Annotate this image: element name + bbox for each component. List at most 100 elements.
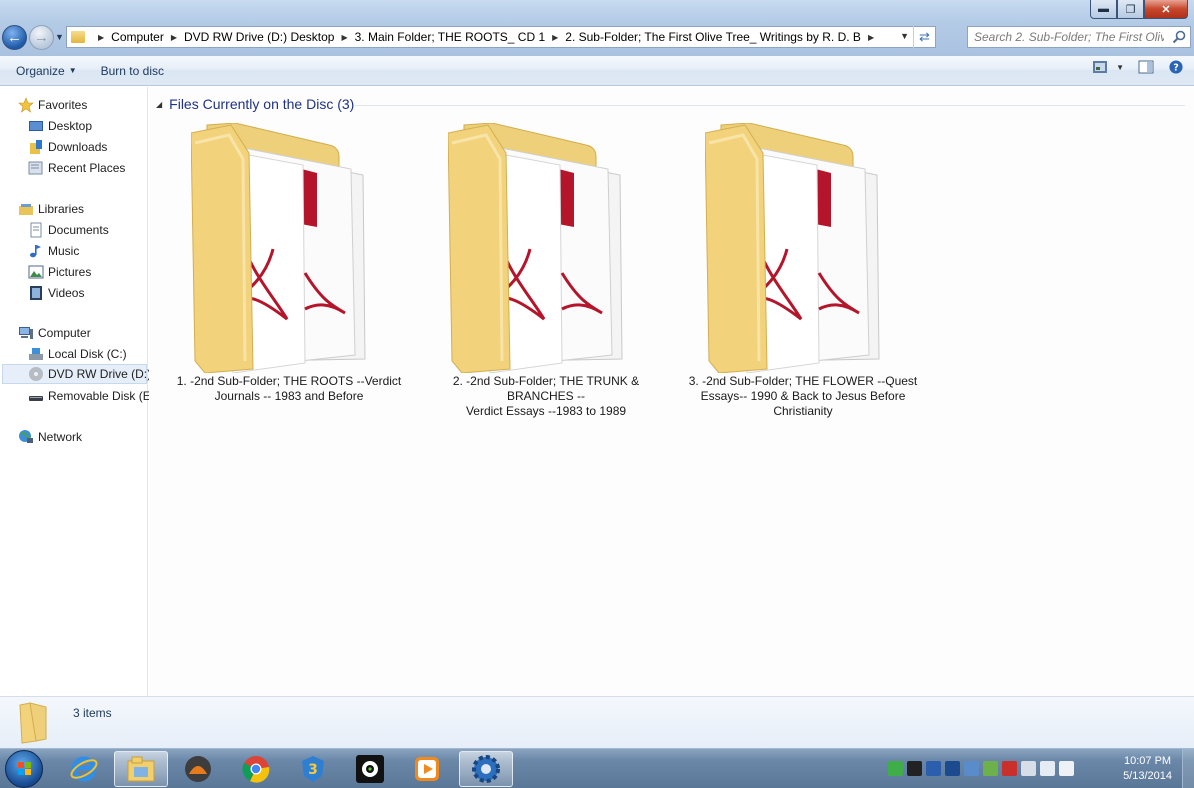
removable-disk-icon — [29, 396, 43, 401]
chevron-down-icon: ▼ — [1116, 62, 1124, 72]
view-options-icon — [1093, 61, 1108, 73]
taskbar-clock[interactable]: 10:07 PM 5/13/2014 — [1123, 754, 1172, 784]
nav-documents[interactable]: Documents — [28, 220, 109, 240]
details-pane: 3 items — [0, 696, 1194, 748]
gear-icon — [472, 755, 500, 783]
address-dropdown-icon[interactable]: ▼ — [900, 31, 909, 41]
nav-desktop[interactable]: Desktop — [28, 116, 92, 136]
computer-icon — [19, 327, 33, 339]
pictures-icon — [28, 265, 44, 279]
search-box[interactable] — [967, 26, 1191, 48]
nav-videos[interactable]: Videos — [28, 283, 84, 303]
search-icon[interactable] — [1172, 30, 1186, 44]
navigation-row: ← → ▼ ▶ Computer ▶ DVD RW Drive (D:) Desk… — [0, 24, 1194, 52]
taskbar-chrome[interactable] — [229, 751, 283, 787]
change-view-button[interactable]: ▼ — [1092, 60, 1124, 74]
group-divider — [355, 105, 1185, 106]
caption-buttons: ▬ ❐ ✕ — [1090, 0, 1188, 19]
close-button[interactable]: ✕ — [1144, 0, 1188, 19]
nav-recent-places[interactable]: Recent Places — [28, 158, 125, 178]
chevron-right-icon[interactable]: ▶ — [868, 33, 874, 42]
pdf-folder-icon — [191, 123, 366, 373]
title-bar: ▬ ❐ ✕ ← → ▼ ▶ Computer ▶ DVD RW Drive (D:… — [0, 0, 1194, 56]
tray-app-icon[interactable] — [888, 761, 903, 776]
nav-libraries[interactable]: Libraries — [18, 199, 84, 219]
item-count: 3 items — [73, 706, 112, 720]
taskbar-app-shield[interactable]: 3 — [286, 751, 340, 787]
taskbar-windows-explorer[interactable] — [114, 751, 168, 787]
help-icon[interactable]: ? — [1168, 60, 1184, 74]
folder-item-label: 2. -2nd Sub-Folder; THE TRUNK & BRANCHES… — [452, 374, 640, 418]
nav-pictures[interactable]: Pictures — [28, 262, 91, 282]
volume-icon[interactable] — [1040, 761, 1055, 776]
downloads-icon — [30, 140, 42, 154]
nav-local-disk-c[interactable]: Local Disk (C:) — [28, 344, 127, 364]
tray-app-icon[interactable] — [1002, 761, 1017, 776]
pdf-folder-icon — [705, 123, 880, 373]
star-icon — [18, 97, 34, 113]
folder-item-2[interactable]: 2. -2nd Sub-Folder; THE TRUNK & BRANCHES… — [418, 123, 674, 418]
taskbar-camera-app[interactable] — [343, 751, 397, 787]
burn-to-disc-button[interactable]: Burn to disc — [93, 59, 172, 83]
nav-music[interactable]: Music — [28, 241, 79, 261]
breadcrumb-sub-folder[interactable]: 2. Sub-Folder; The First Olive Tree_ Wri… — [565, 30, 881, 44]
forward-button[interactable]: → — [29, 25, 54, 50]
music-icon — [30, 245, 41, 258]
command-bar: Organize ▼ Burn to disc ▼ ? — [0, 56, 1194, 86]
minimize-button[interactable]: ▬ — [1090, 0, 1117, 19]
chevron-right-icon[interactable]: ▶ — [341, 33, 347, 42]
folder-item-1[interactable]: 1. -2nd Sub-Folder; THE ROOTS --Verdict … — [161, 123, 417, 413]
tray-app-icon[interactable] — [964, 761, 979, 776]
group-header[interactable]: ◢ Files Currently on the Disc (3) — [156, 96, 354, 112]
tray-app-icon[interactable] — [945, 761, 960, 776]
pdf-folder-icon — [448, 123, 623, 373]
folder-item-label: 3. -2nd Sub-Folder; THE FLOWER --Quest E… — [688, 374, 918, 418]
folder-icon — [71, 31, 85, 43]
tray-word-icon[interactable] — [926, 761, 941, 776]
address-bar[interactable]: ▶ Computer ▶ DVD RW Drive (D:) Desktop ▶ 3… — [66, 26, 936, 48]
tray-app-icon[interactable] — [983, 761, 998, 776]
camera-app-icon — [356, 755, 384, 783]
windows-explorer-icon — [127, 756, 155, 782]
show-desktop-button[interactable] — [1182, 749, 1194, 788]
explorer-window: ▬ ❐ ✕ ← → ▼ ▶ Computer ▶ DVD RW Drive (D:… — [0, 0, 1194, 748]
back-button[interactable]: ← — [2, 25, 27, 50]
breadcrumb-computer[interactable]: Computer ▶ — [111, 30, 184, 44]
taskbar-media-player[interactable] — [400, 751, 454, 787]
breadcrumb-main-folder[interactable]: 3. Main Folder; THE ROOTS_ CD 1 ▶ — [355, 30, 566, 44]
folder-item-label: 1. -2nd Sub-Folder; THE ROOTS --Verdict … — [176, 374, 402, 403]
preview-pane-icon[interactable] — [1138, 60, 1154, 74]
network-tray-icon[interactable] — [1021, 761, 1036, 776]
system-tray — [888, 761, 1074, 776]
network-icon — [19, 430, 33, 443]
organize-menu[interactable]: Organize ▼ — [8, 59, 85, 83]
breadcrumb-dvd-drive[interactable]: DVD RW Drive (D:) Desktop ▶ — [184, 30, 355, 44]
taskbar-media-app[interactable] — [171, 751, 225, 787]
start-button[interactable] — [5, 750, 43, 788]
nav-network[interactable]: Network — [18, 427, 82, 447]
nav-downloads[interactable]: Downloads — [28, 137, 107, 157]
taskbar-internet-explorer[interactable] — [57, 751, 111, 787]
chevron-right-icon[interactable]: ▶ — [552, 33, 558, 42]
flag-icon[interactable] — [1059, 761, 1074, 776]
nav-removable-disk-e[interactable]: Removable Disk (E:) — [28, 386, 158, 406]
libraries-icon — [19, 204, 33, 215]
desktop-icon — [29, 121, 43, 131]
taskbar-settings-app[interactable] — [459, 751, 513, 787]
file-list-area: ◢ Files Currently on the Disc (3) 1. -2n… — [149, 87, 1194, 696]
internet-explorer-icon — [70, 756, 98, 782]
hard-drive-icon — [29, 348, 43, 360]
collapse-triangle-icon[interactable]: ◢ — [156, 100, 162, 109]
search-input[interactable] — [974, 30, 1164, 44]
refresh-icon[interactable]: ⇄ — [913, 26, 935, 48]
chevron-right-icon[interactable]: ▶ — [98, 33, 104, 42]
folder-item-3[interactable]: 3. -2nd Sub-Folder; THE FLOWER --Quest E… — [675, 123, 931, 418]
nav-favorites[interactable]: Favorites — [18, 95, 87, 115]
nav-computer[interactable]: Computer — [18, 323, 91, 343]
maximize-button[interactable]: ❐ — [1117, 0, 1144, 19]
chevron-right-icon[interactable]: ▶ — [171, 33, 177, 42]
documents-icon — [30, 222, 42, 238]
nav-dvd-drive[interactable]: DVD RW Drive (D:) D — [2, 364, 163, 384]
tray-app-icon[interactable] — [907, 761, 922, 776]
recent-pages-dropdown[interactable]: ▼ — [55, 32, 64, 42]
